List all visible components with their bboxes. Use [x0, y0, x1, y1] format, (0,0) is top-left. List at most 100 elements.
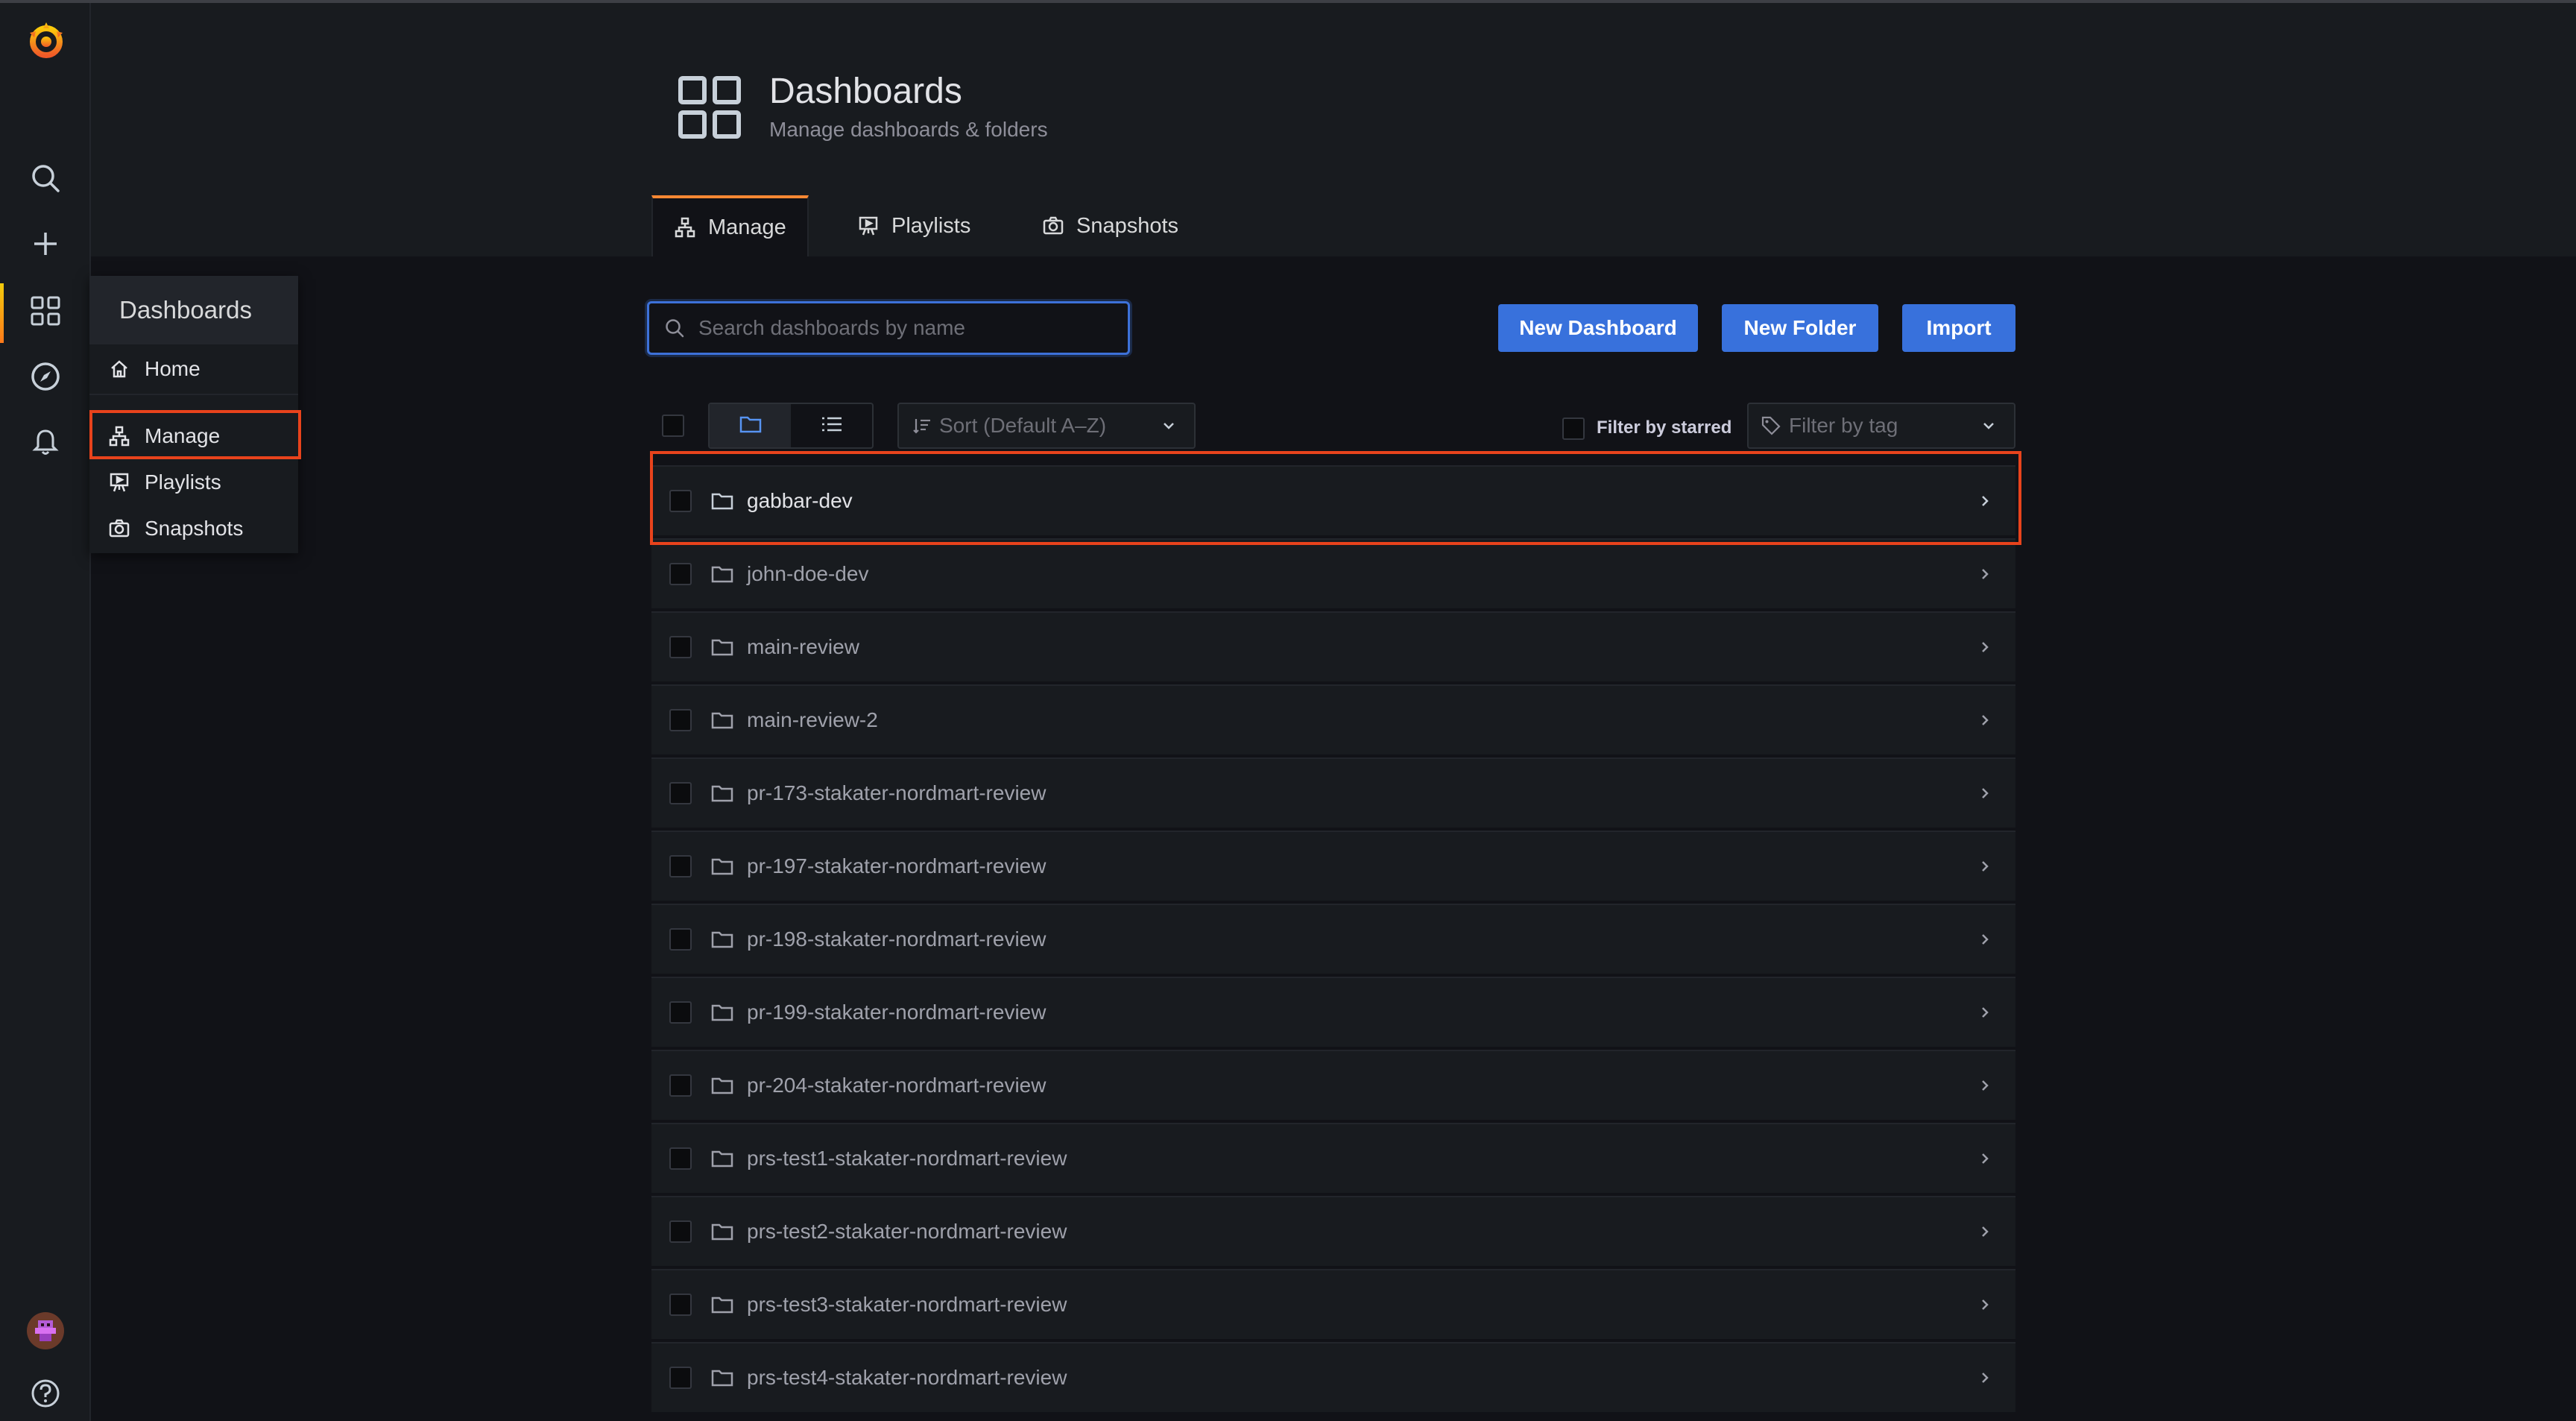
bell-icon[interactable] — [22, 419, 69, 465]
row-checkbox[interactable] — [669, 636, 692, 658]
chevron-down-icon — [1161, 417, 1179, 435]
folder-row[interactable]: prs-test1-stakater-nordmart-review — [651, 1123, 2015, 1193]
folder-icon — [711, 635, 735, 659]
list-icon — [821, 415, 843, 437]
flyout-title[interactable]: Dashboards — [89, 276, 298, 344]
filter-starred-label: Filter by starred — [1597, 418, 1732, 438]
page-header — [91, 3, 2576, 256]
dashboards-page-icon — [677, 75, 742, 140]
flyout-item-snapshots-label: Snapshots — [145, 517, 244, 540]
row-checkbox[interactable] — [669, 709, 692, 731]
chevron-right-icon — [1974, 563, 1996, 585]
folder-row[interactable]: prs-test2-stakater-nordmart-review — [651, 1196, 2015, 1266]
row-checkbox[interactable] — [669, 782, 692, 804]
playlist-icon — [109, 472, 130, 493]
folder-icon — [711, 708, 735, 732]
tag-icon — [1761, 415, 1781, 436]
list-view-button[interactable] — [791, 404, 872, 447]
flyout-item-playlists-label: Playlists — [145, 470, 221, 494]
flyout-item-home[interactable]: Home — [89, 346, 298, 392]
folder-icon — [739, 415, 762, 438]
filter-starred-checkbox[interactable] — [1562, 418, 1585, 440]
row-checkbox[interactable] — [669, 1147, 692, 1170]
sort-icon — [912, 415, 933, 436]
chevron-right-icon — [1974, 1367, 1996, 1389]
chevron-right-icon — [1974, 1074, 1996, 1097]
row-checkbox[interactable] — [669, 563, 692, 585]
playlist-icon — [857, 215, 880, 237]
chevron-right-icon — [1974, 855, 1996, 878]
row-checkbox[interactable] — [669, 1001, 692, 1024]
tab-snapshots[interactable]: Snapshots — [1042, 195, 1178, 256]
new-dashboard-button[interactable]: New Dashboard — [1498, 304, 1698, 352]
folder-icon — [711, 1366, 735, 1390]
home-icon — [109, 359, 130, 379]
folder-row[interactable]: john-doe-dev — [651, 538, 2015, 608]
tab-manage[interactable]: Manage — [651, 195, 809, 256]
chevron-right-icon — [1974, 928, 1996, 951]
search-input[interactable] — [697, 315, 1117, 341]
folder-name: prs-test2-stakater-nordmart-review — [747, 1220, 1067, 1243]
tag-filter-select[interactable]: Filter by tag — [1747, 403, 2015, 449]
chevron-right-icon — [1974, 1220, 1996, 1243]
row-checkbox[interactable] — [669, 1220, 692, 1243]
folder-row[interactable]: pr-197-stakater-nordmart-review — [651, 831, 2015, 901]
folder-name: pr-204-stakater-nordmart-review — [747, 1074, 1046, 1097]
plus-icon[interactable] — [22, 221, 69, 267]
gabbar-dev-highlight-box — [650, 451, 2021, 545]
page-subtitle: Manage dashboards & folders — [769, 118, 1048, 141]
folder-icon — [711, 927, 735, 951]
chevron-right-icon — [1974, 1147, 1996, 1170]
folder-view-button[interactable] — [710, 404, 791, 447]
folder-row[interactable]: main-review-2 — [651, 684, 2015, 754]
flyout-item-home-label: Home — [145, 357, 201, 380]
chevron-right-icon — [1974, 1001, 1996, 1024]
chevron-right-icon — [1974, 636, 1996, 658]
tab-manage-label: Manage — [708, 215, 786, 239]
search-box[interactable] — [647, 301, 1130, 355]
folder-row[interactable]: pr-204-stakater-nordmart-review — [651, 1050, 2015, 1120]
folder-icon — [711, 1147, 735, 1170]
search-icon[interactable] — [22, 155, 69, 201]
folder-row[interactable]: main-review — [651, 611, 2015, 681]
dashboards-icon[interactable] — [22, 288, 69, 334]
chevron-right-icon — [1974, 709, 1996, 731]
row-checkbox[interactable] — [669, 855, 692, 878]
folder-name: pr-198-stakater-nordmart-review — [747, 927, 1046, 951]
folder-name: john-doe-dev — [747, 562, 869, 585]
chevron-right-icon — [1974, 782, 1996, 804]
compass-icon[interactable] — [22, 353, 69, 400]
help-icon[interactable] — [22, 1370, 69, 1417]
flyout-divider — [89, 394, 298, 395]
sort-select[interactable]: Sort (Default A–Z) — [897, 403, 1196, 449]
folder-name: pr-173-stakater-nordmart-review — [747, 781, 1046, 804]
folder-name: prs-test1-stakater-nordmart-review — [747, 1147, 1067, 1170]
folder-name: prs-test4-stakater-nordmart-review — [747, 1366, 1067, 1389]
tab-playlists[interactable]: Playlists — [857, 195, 970, 256]
folder-row[interactable]: prs-test3-stakater-nordmart-review — [651, 1269, 2015, 1339]
grafana-logo-icon[interactable] — [24, 18, 69, 63]
select-all-checkbox[interactable] — [662, 415, 684, 437]
manage-highlight-box — [89, 410, 301, 459]
import-button[interactable]: Import — [1902, 304, 2015, 352]
folder-icon — [711, 1220, 735, 1244]
active-indicator — [0, 283, 4, 343]
row-checkbox[interactable] — [669, 1367, 692, 1389]
folder-row[interactable]: prs-test4-stakater-nordmart-review — [651, 1342, 2015, 1412]
row-checkbox[interactable] — [669, 1074, 692, 1097]
search-icon — [664, 317, 686, 339]
folder-row[interactable]: pr-173-stakater-nordmart-review — [651, 757, 2015, 828]
side-nav — [0, 3, 91, 1421]
folder-row[interactable]: pr-198-stakater-nordmart-review — [651, 904, 2015, 974]
flyout-item-snapshots[interactable]: Snapshots — [89, 505, 298, 552]
folder-name: pr-199-stakater-nordmart-review — [747, 1001, 1046, 1024]
new-folder-button[interactable]: New Folder — [1722, 304, 1878, 352]
folder-icon — [711, 1074, 735, 1097]
page-title: Dashboards — [769, 72, 962, 111]
row-checkbox[interactable] — [669, 928, 692, 951]
row-checkbox[interactable] — [669, 1294, 692, 1316]
flyout-item-playlists[interactable]: Playlists — [89, 459, 298, 505]
avatar[interactable] — [22, 1308, 69, 1354]
folder-row[interactable]: pr-199-stakater-nordmart-review — [651, 977, 2015, 1047]
chevron-right-icon — [1974, 1294, 1996, 1316]
